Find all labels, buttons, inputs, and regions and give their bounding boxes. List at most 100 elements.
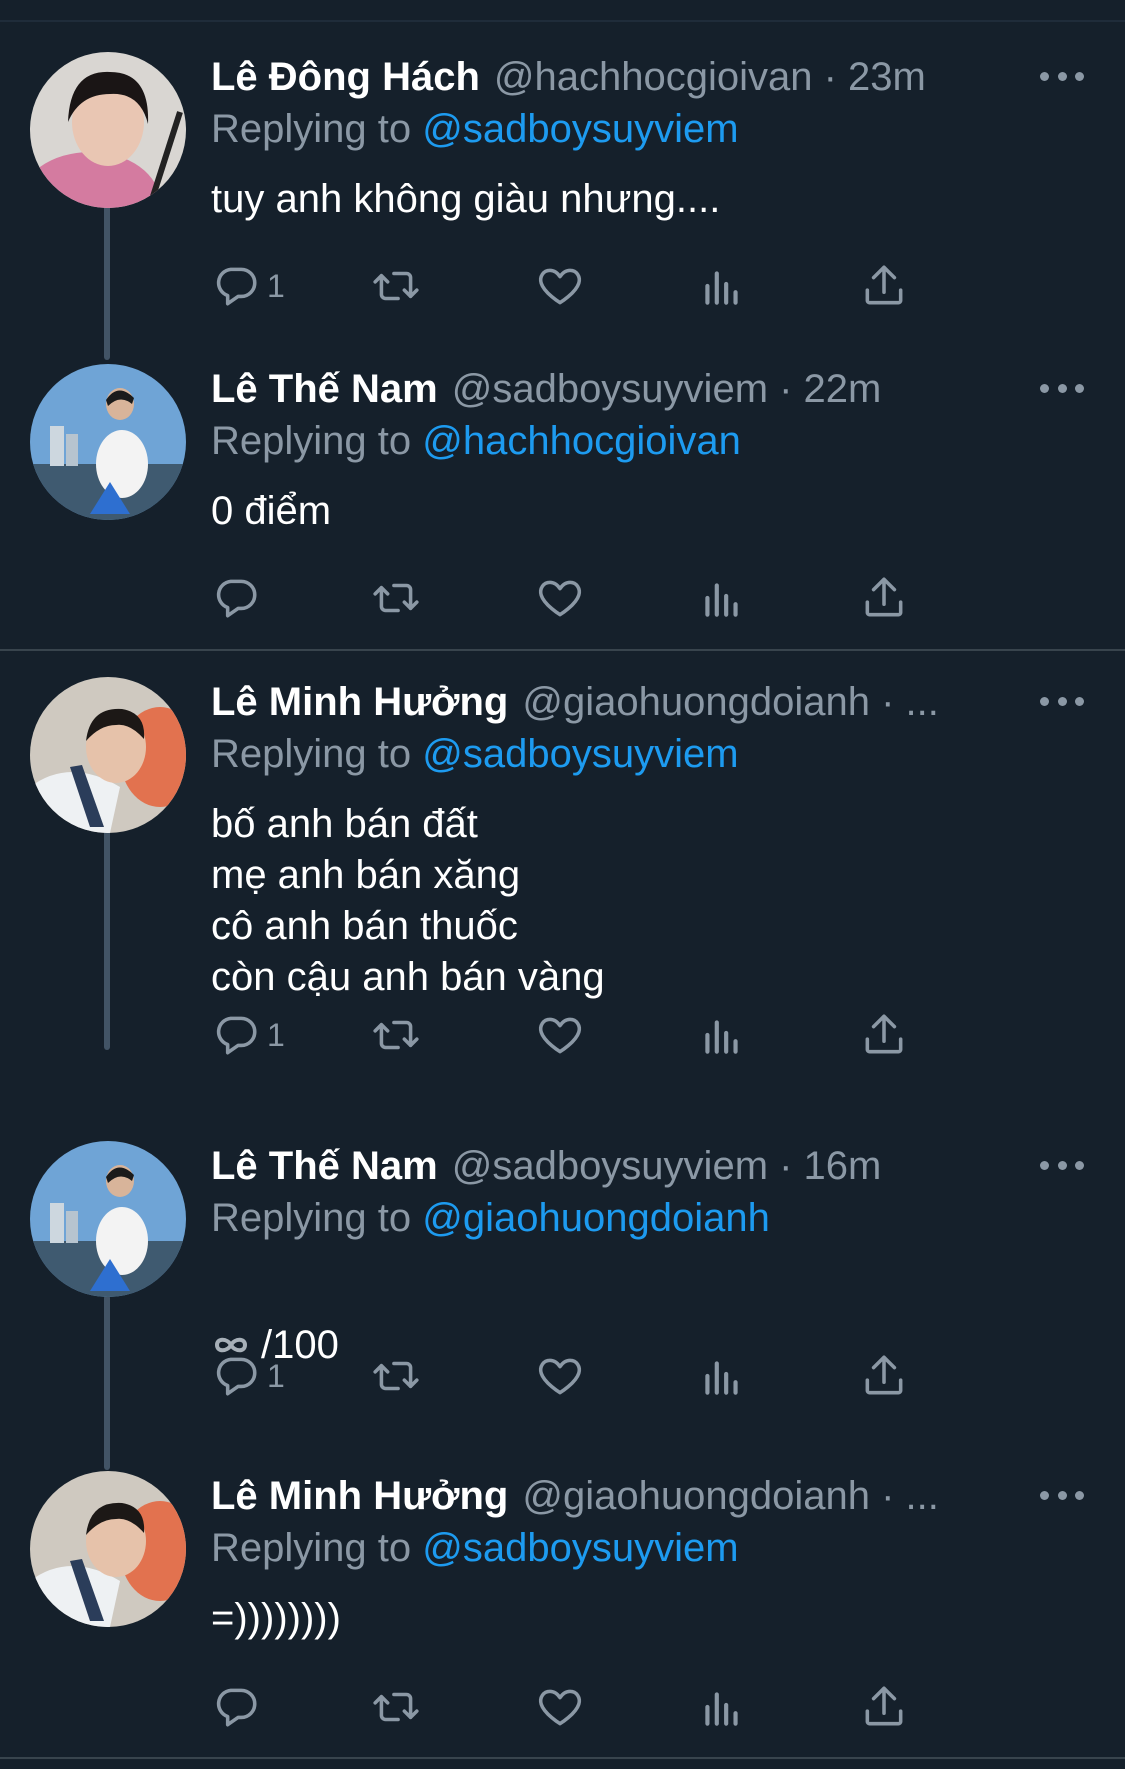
avatar[interactable] (30, 52, 186, 208)
reply-button[interactable]: 1 (211, 256, 285, 316)
handle-and-time[interactable]: @giaohuongdoianh · ... (522, 677, 938, 727)
handle-and-time[interactable]: @sadboysuyviem · 22m (452, 364, 882, 414)
tweet[interactable]: Lê Đông Hách @hachhocgioivan · 23m Reply… (0, 50, 1125, 350)
tweet-actions: 1 (211, 1005, 1011, 1065)
retweet-icon (373, 1020, 419, 1050)
display-name[interactable]: Lê Thế Nam (211, 1141, 438, 1191)
mention-link[interactable]: @sadboysuyviem (422, 107, 738, 151)
reply-icon (216, 579, 257, 618)
display-name[interactable]: Lê Đông Hách (211, 52, 480, 102)
more-options-icon[interactable] (1040, 1153, 1084, 1177)
mention-link[interactable]: @sadboysuyviem (422, 1526, 738, 1570)
like-button[interactable] (535, 256, 585, 316)
avatar-photo (30, 52, 186, 208)
share-button[interactable] (859, 256, 909, 316)
reply-icon (216, 1016, 257, 1055)
retweet-icon (373, 583, 419, 613)
heart-icon (538, 1689, 582, 1726)
replying-to-label: Replying to (211, 1526, 423, 1570)
analytics-icon (705, 1020, 738, 1054)
display-name[interactable]: Lê Thế Nam (211, 364, 438, 414)
retweet-button[interactable] (371, 1005, 421, 1065)
handle-and-time[interactable]: @giaohuongdoianh · ... (522, 1471, 938, 1521)
analytics-icon (705, 583, 738, 617)
tweet-header: Lê Thế Nam @sadboysuyviem · 16m (211, 1141, 1001, 1191)
reply-button[interactable] (211, 1677, 267, 1737)
avatar-photo (30, 677, 186, 833)
avatar-photo (30, 1471, 186, 1627)
display-name[interactable]: Lê Minh Hưởng (211, 1471, 508, 1521)
analytics-icon (705, 1692, 738, 1726)
tweet-actions: 1 (211, 256, 1011, 316)
retweet-icon (373, 1692, 419, 1722)
like-button[interactable] (535, 1346, 585, 1406)
mention-link[interactable]: @giaohuongdoianh (422, 1196, 770, 1240)
mention-link[interactable]: @sadboysuyviem (422, 732, 738, 776)
reply-count: 1 (267, 1016, 285, 1053)
reply-count: 1 (267, 267, 285, 304)
analytics-button[interactable] (697, 256, 747, 316)
like-button[interactable] (535, 568, 585, 628)
share-button[interactable] (859, 568, 909, 628)
reply-count: 1 (267, 1357, 285, 1394)
tweet-actions (211, 1677, 1011, 1737)
retweet-button[interactable] (371, 1677, 421, 1737)
analytics-button[interactable] (697, 1677, 747, 1737)
retweet-button[interactable] (371, 1346, 421, 1406)
heart-icon (538, 580, 582, 617)
replying-to: Replying to @sadboysuyviem (211, 729, 739, 779)
replying-to-label: Replying to (211, 732, 423, 776)
tweet[interactable]: Lê Minh Hưởng @giaohuongdoianh · ... Rep… (0, 1469, 1125, 1759)
thread-divider (0, 649, 1125, 651)
replying-to: Replying to @sadboysuyviem (211, 1523, 739, 1573)
analytics-icon (705, 1361, 738, 1395)
display-name[interactable]: Lê Minh Hưởng (211, 677, 508, 727)
avatar-photo (30, 364, 186, 520)
avatar[interactable] (30, 364, 186, 520)
replying-to: Replying to @hachhocgioivan (211, 416, 741, 466)
share-icon (865, 1355, 903, 1395)
tweet-text: bố anh bán đất mẹ anh bán xăng cô anh bá… (211, 802, 605, 999)
replying-to: Replying to @giaohuongdoianh (211, 1193, 770, 1243)
share-button[interactable] (859, 1677, 909, 1737)
share-icon (865, 1686, 903, 1726)
more-options-icon[interactable] (1040, 376, 1084, 400)
retweet-button[interactable] (371, 568, 421, 628)
tweet-header: Lê Thế Nam @sadboysuyviem · 22m (211, 364, 1001, 414)
more-options-icon[interactable] (1040, 689, 1084, 713)
tweet[interactable]: Lê Thế Nam @sadboysuyviem · 22m Replying… (0, 362, 1125, 642)
like-button[interactable] (535, 1005, 585, 1065)
heart-icon (538, 1358, 582, 1395)
heart-icon (538, 1017, 582, 1054)
analytics-button[interactable] (697, 568, 747, 628)
tweet[interactable]: Lê Thế Nam @sadboysuyviem · 16m Replying… (0, 1139, 1125, 1459)
tweet-text: tuy anh không giàu nhưng.... (211, 177, 721, 221)
replying-to-label: Replying to (211, 1196, 423, 1240)
analytics-button[interactable] (697, 1005, 747, 1065)
analytics-button[interactable] (697, 1346, 747, 1406)
tweet-actions (211, 568, 1011, 628)
reply-feed: Lê Đông Hách @hachhocgioivan · 23m Reply… (0, 0, 1125, 1769)
avatar[interactable] (30, 1471, 186, 1627)
reply-button[interactable]: 1 (211, 1005, 285, 1065)
heart-icon (538, 268, 582, 305)
avatar[interactable] (30, 1141, 186, 1297)
handle-and-time[interactable]: @sadboysuyviem · 16m (452, 1141, 882, 1191)
replying-to-label: Replying to (211, 419, 423, 463)
share-button[interactable] (859, 1005, 909, 1065)
mention-link[interactable]: @hachhocgioivan (422, 419, 741, 463)
tweet[interactable]: Lê Minh Hưởng @giaohuongdoianh · ... Rep… (0, 675, 1125, 1075)
more-options-icon[interactable] (1040, 1483, 1084, 1507)
tweet-header: Lê Minh Hưởng @giaohuongdoianh · ... (211, 1471, 1001, 1521)
like-button[interactable] (535, 1677, 585, 1737)
more-options-icon[interactable] (1040, 64, 1084, 88)
tweet-actions: 1 (211, 1346, 1011, 1406)
share-button[interactable] (859, 1346, 909, 1406)
reply-button[interactable] (211, 568, 267, 628)
reply-button[interactable]: 1 (211, 1346, 285, 1406)
handle-and-time[interactable]: @hachhocgioivan · 23m (494, 52, 926, 102)
share-icon (865, 577, 903, 617)
avatar[interactable] (30, 677, 186, 833)
retweet-button[interactable] (371, 256, 421, 316)
analytics-icon (705, 271, 738, 305)
